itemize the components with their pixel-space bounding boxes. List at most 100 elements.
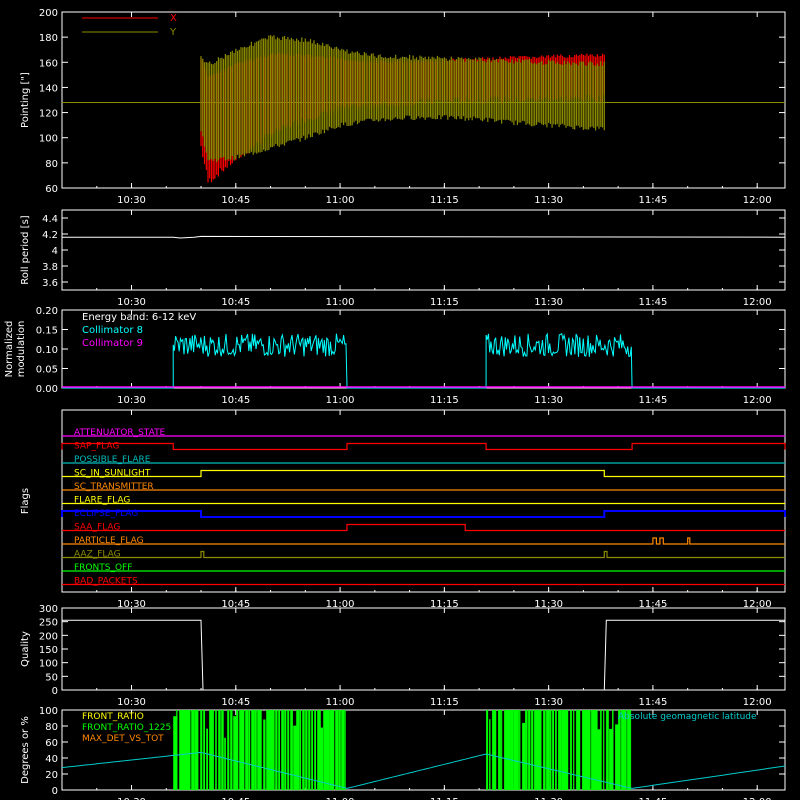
y-tick-label: 50: [45, 672, 58, 683]
x-tick-label: 11:00: [326, 395, 355, 406]
front-ratio-1225-bar: [278, 710, 280, 790]
y-tick-label: 120: [39, 109, 58, 120]
front-ratio-1225-bar: [233, 716, 237, 790]
front-ratio-1225-bar: [519, 710, 521, 790]
panel-roll-period: 10:30 10:45 11:00 11:15 11:30 11:45 12:00 Roll …: [20, 209, 786, 308]
front-ratio-1225-bar: [510, 710, 513, 790]
legend-label-front-ratio: FRONT_RATIO: [82, 712, 144, 722]
front-ratio-1225-bar: [594, 710, 598, 790]
flag-line-particle-flag: [62, 537, 785, 545]
y-tick-label: 0.15: [36, 326, 58, 337]
front-ratio-1225-bar: [522, 722, 526, 790]
x-tick-label: 10:30: [117, 195, 146, 206]
x-tick-label: 11:00: [326, 297, 355, 308]
y-tick-label: 250: [39, 618, 58, 629]
front-ratio-1225-bar: [618, 710, 621, 790]
y-tick-label: 100: [39, 134, 58, 145]
front-ratio-1225-bar: [188, 710, 191, 790]
front-ratio-1225-bar: [326, 710, 330, 790]
flag-line-sap-flag: [61, 442, 786, 451]
x-tick-label: 10:45: [221, 297, 250, 308]
front-ratio-1225-bar: [552, 710, 554, 790]
x-tick-label: 11:00: [326, 697, 355, 708]
front-ratio-1225-bar: [600, 710, 602, 790]
x-tick-label: 11:00: [326, 195, 355, 206]
y-tick-label: 60: [45, 184, 58, 195]
front-ratio-1225-bar: [338, 710, 341, 790]
flag-line-saa-flag: [62, 523, 785, 532]
front-ratio-1225-bar: [486, 710, 489, 790]
x-tick-label: 10:45: [221, 195, 250, 206]
y-tick-label: 0: [52, 686, 58, 697]
x-tick-label: 12:00: [743, 395, 772, 406]
y-tick-label: 180: [39, 33, 58, 44]
front-ratio-1225-bar: [296, 710, 299, 790]
x-tick-label: 10:45: [221, 697, 250, 708]
x-tick-label: 12:00: [743, 195, 772, 206]
front-ratio-1225-bar: [245, 710, 248, 790]
front-ratio-1225-bar: [263, 719, 266, 790]
y-axis-label: Pointing ["]: [20, 72, 31, 128]
front-ratio-1225-bar: [495, 710, 497, 790]
front-ratio-1225-bar: [546, 710, 549, 790]
y-tick-label: 3.6: [42, 278, 58, 289]
panel-quality: 10:30 10:45 11:00 11:15 11:30 11:45 12:00 Quali…: [20, 604, 786, 708]
front-ratio-1225-bar: [540, 710, 542, 790]
x-tick-label: 11:15: [430, 297, 459, 308]
front-ratio-1225-bar: [227, 710, 230, 790]
y-tick-label: 0.20: [36, 306, 58, 317]
series-y: [200, 35, 605, 162]
panel-pointing: 10:30 10:45 11:00 11:15 11:30 11:45 12:00 Point…: [20, 8, 786, 206]
front-ratio-1225-bar: [528, 710, 531, 790]
front-ratio-1225-bar: [579, 710, 581, 790]
x-tick-label: 11:45: [638, 697, 667, 708]
front-ratio-1225-bar: [200, 710, 203, 790]
front-ratio-1225-bar: [603, 710, 605, 790]
legend-label-geomagnetic-latitude: Absolute geomagnetic latitude: [618, 712, 757, 722]
y-tick-label: 200: [39, 631, 58, 642]
front-ratio-1225-bar: [570, 710, 572, 790]
front-ratio-1225-bar: [290, 710, 293, 790]
front-ratio-1225-bar: [206, 728, 208, 790]
front-ratio-1225-bar: [299, 710, 302, 790]
energy-band-annotation: Energy band: 6-12 keV: [82, 312, 196, 323]
front-ratio-1225-bar: [176, 710, 178, 790]
x-tick-label: 12:00: [743, 697, 772, 708]
y-tick-label: 4.2: [42, 230, 58, 241]
y-tick-label: 80: [45, 159, 58, 170]
x-tick-label: 11:45: [638, 195, 667, 206]
front-ratio-1225-bar: [498, 710, 501, 790]
front-ratio-1225-bar: [173, 716, 177, 790]
y-axis-label: Normalized: [4, 321, 15, 378]
legend-label-front-ratio-1225: FRONT_RATIO_1225: [82, 723, 171, 733]
front-ratio-1225-bar: [197, 710, 199, 790]
legend-label-x: X: [170, 13, 177, 24]
front-ratio-1225-bar: [215, 710, 217, 790]
front-ratio-1225-bar: [612, 710, 614, 790]
front-ratio-1225-bar: [236, 710, 239, 790]
y-axis-label: modulation: [16, 321, 27, 378]
y-tick-label: 3.8: [42, 262, 58, 273]
geomagnetic-latitude-line: [61, 751, 786, 789]
x-tick-label: 11:30: [534, 297, 563, 308]
x-tick-label: 11:15: [430, 697, 459, 708]
front-ratio-1225-bar: [516, 710, 519, 790]
y-axis-label: Roll period [s]: [20, 215, 31, 284]
front-ratio-1225-bar: [248, 710, 251, 790]
y-axis-label: Quality: [20, 631, 31, 667]
front-ratio-1225-bar: [311, 710, 313, 790]
x-tick-label: 12:00: [743, 297, 772, 308]
x-tick-label: 10:30: [117, 297, 146, 308]
front-ratio-1225-bar: [630, 710, 632, 790]
x-tick-label: 10:30: [117, 697, 146, 708]
y-tick-label: 150: [39, 645, 58, 656]
y-tick-label: 80: [45, 722, 58, 733]
y-axis-label: Degrees or %: [20, 716, 31, 784]
front-ratio-1225-bar: [254, 710, 257, 790]
front-ratio-1225-bar: [501, 710, 503, 790]
front-ratio-1225-bar: [266, 710, 270, 790]
front-ratio-1225-bar: [341, 710, 345, 790]
y-tick-label: 40: [45, 754, 58, 765]
legend-label-collimator-8: Collimator 8: [82, 325, 143, 336]
y-tick-label: 0.10: [36, 345, 58, 356]
